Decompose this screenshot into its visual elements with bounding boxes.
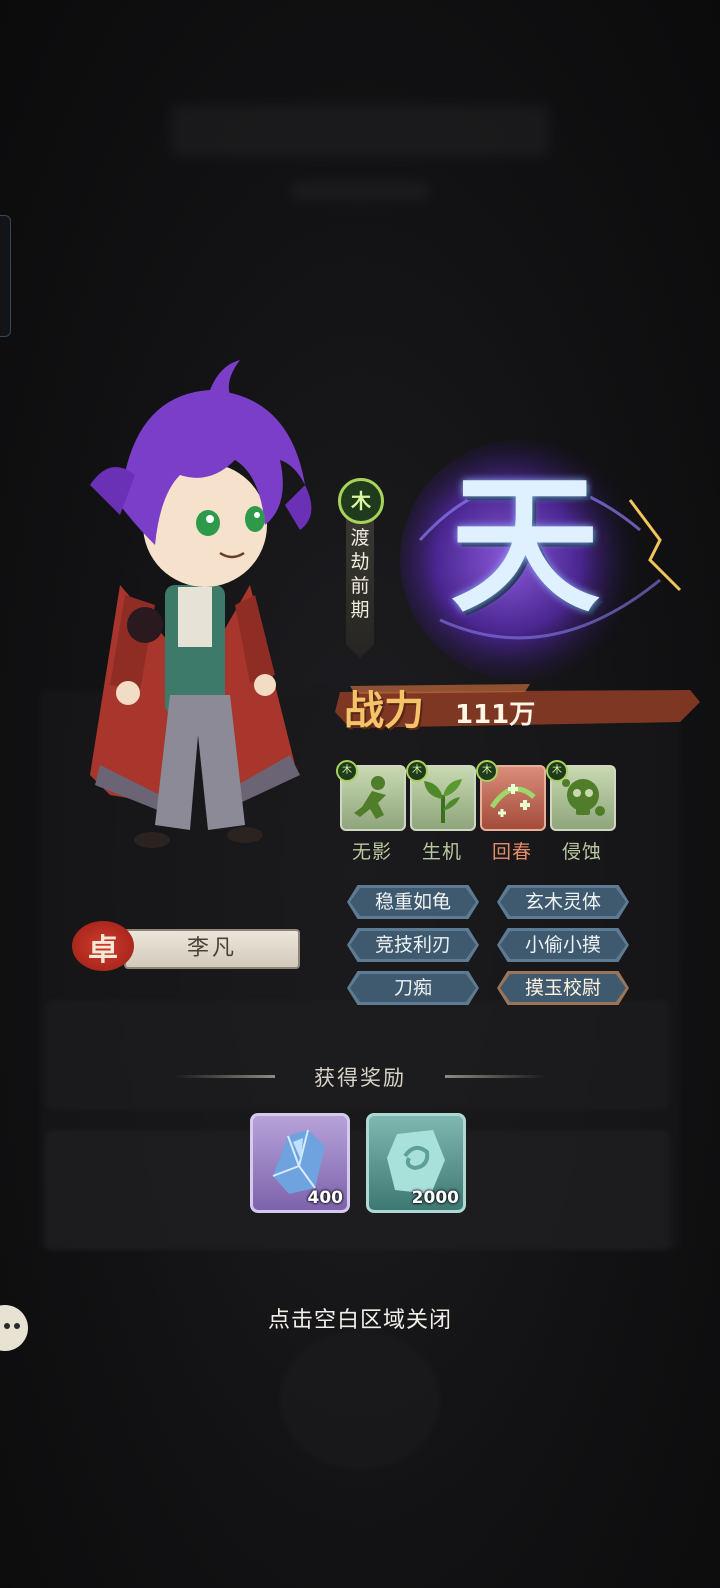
wood-element-icon: 木: [338, 478, 384, 524]
tier-label: 天: [449, 457, 600, 633]
close-hint[interactable]: 点击空白区域关闭: [0, 1302, 720, 1334]
trait-tag[interactable]: 刀痴: [347, 971, 479, 1005]
power-banner: 战力 111万: [330, 672, 700, 748]
trait-tag[interactable]: 竞技利刃: [347, 928, 479, 962]
reward-item-crystal[interactable]: 400: [250, 1113, 350, 1213]
side-tab[interactable]: [0, 215, 11, 337]
trait-tag[interactable]: 稳重如龟: [347, 885, 479, 919]
skill-slot-shengji[interactable]: 木 生机: [406, 760, 476, 864]
rank-seal: 卓: [72, 921, 134, 971]
skill-slot-huichun[interactable]: 木 回春: [476, 760, 546, 864]
background-subtitle-blur: [290, 180, 430, 202]
wood-element-icon: 木: [476, 760, 498, 782]
trait-tag[interactable]: 小偷小摸: [497, 928, 629, 962]
background-circle-button: [280, 1330, 440, 1470]
skill-slot-qinshi[interactable]: 木 侵蚀: [546, 760, 616, 864]
trait-tag[interactable]: 玄木灵体: [497, 885, 629, 919]
skill-label: 生机: [421, 841, 462, 863]
reward-item-jade[interactable]: 2000: [366, 1113, 466, 1213]
trait-tag[interactable]: 摸玉校尉: [497, 971, 629, 1005]
background-row: [45, 1000, 670, 1110]
skill-label: 无影: [351, 841, 392, 863]
skill-slot-wuying[interactable]: 木 无影: [336, 760, 406, 864]
skill-label: 回春: [491, 841, 532, 863]
character-name: 李凡: [186, 936, 237, 961]
skill-label: 侵蚀: [561, 841, 602, 863]
reward-count: 2000: [411, 1188, 459, 1208]
tier-emblem: 天: [400, 420, 700, 680]
power-title: 战力: [344, 687, 424, 734]
background-title-blur: [170, 105, 550, 157]
reward-count: 400: [307, 1188, 344, 1208]
wood-element-icon: 木: [406, 760, 428, 782]
character-portrait: [90, 360, 312, 848]
realm-label: 渡劫前期: [350, 527, 370, 621]
wood-element-icon: 木: [336, 760, 358, 782]
reward-title: 获得奖励: [314, 1066, 406, 1090]
background-row: [45, 1130, 670, 1250]
wood-element-icon: 木: [546, 760, 568, 782]
power-value: 111万: [455, 700, 536, 730]
realm-banner: 木 渡劫前期: [336, 478, 384, 668]
character-name-plate: 李凡 卓: [72, 921, 300, 971]
